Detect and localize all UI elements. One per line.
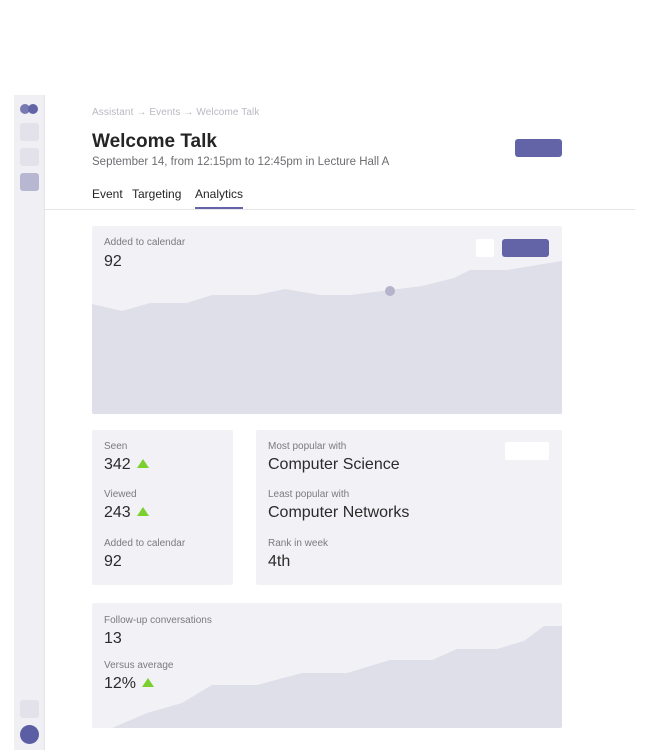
page-title: Welcome Talk [92, 131, 217, 152]
rail-settings-button[interactable] [20, 700, 39, 718]
chart-action-button[interactable] [502, 239, 549, 257]
popularity-card: Most popular with Computer Science Least… [256, 430, 562, 585]
calendar-chart-card: Added to calendar 92 [92, 226, 562, 414]
rail-nav-button-active[interactable] [20, 173, 39, 191]
added-label: Added to calendar [104, 538, 186, 549]
rail-nav-button[interactable] [20, 148, 39, 166]
added-value: 92 [104, 553, 122, 570]
avatar[interactable] [20, 725, 39, 744]
trend-up-icon [142, 678, 155, 687]
trend-up-icon [136, 459, 149, 468]
tabs-divider [45, 209, 635, 210]
app-logo-icon[interactable] [20, 104, 40, 114]
most-popular-value: Computer Science [268, 456, 400, 473]
app-rail [14, 95, 45, 750]
trend-up-icon [136, 507, 149, 516]
metric-value: 92 [104, 253, 122, 270]
followup-card: Follow-up conversations 13 Versus averag… [92, 603, 562, 728]
event-subtitle: September 14, from 12:15pm to 12:45pm in… [92, 156, 390, 168]
versus-average-label: Versus average [104, 660, 174, 671]
versus-average-value: 12% [104, 675, 155, 693]
tab-analytics[interactable]: Analytics [195, 187, 244, 209]
tab-event[interactable]: Event [92, 187, 123, 201]
least-popular-label: Least popular with [268, 489, 350, 500]
chart-option-button[interactable] [476, 239, 494, 257]
popularity-option-button[interactable] [505, 442, 549, 460]
tab-targeting[interactable]: Targeting [132, 187, 181, 201]
metric-label: Added to calendar [104, 237, 186, 248]
chart-hover-point[interactable] [385, 286, 395, 296]
stats-card: Seen 342 Viewed 243 Added to calendar 92 [92, 430, 233, 585]
seen-value: 342 [104, 456, 149, 474]
viewed-value: 243 [104, 504, 149, 522]
conversations-value: 13 [104, 630, 122, 647]
seen-label: Seen [104, 441, 128, 452]
breadcrumb[interactable]: Assistant → Events → Welcome Talk [92, 107, 259, 118]
conversations-label: Follow-up conversations [104, 615, 212, 626]
viewed-label: Viewed [104, 489, 137, 500]
rail-nav-button[interactable] [20, 123, 39, 141]
least-popular-value: Computer Networks [268, 504, 410, 521]
most-popular-label: Most popular with [268, 441, 347, 452]
rank-value: 4th [268, 553, 291, 570]
primary-action-button[interactable] [515, 139, 562, 157]
rank-label: Rank in week [268, 538, 329, 549]
